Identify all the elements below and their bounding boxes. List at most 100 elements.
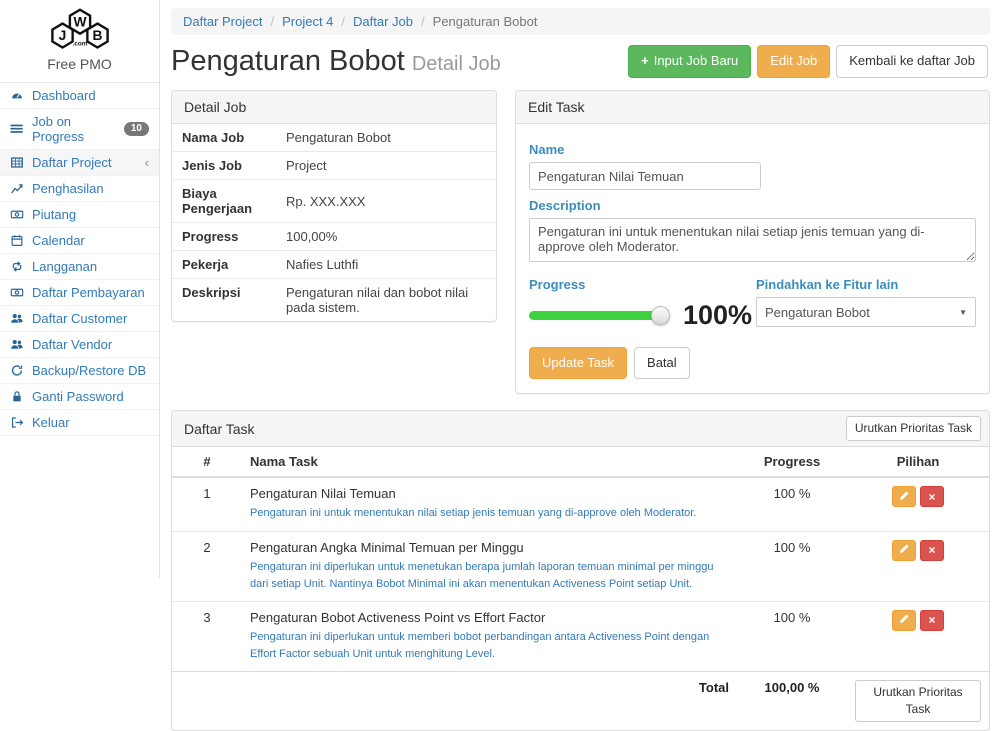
sidebar-item-label: Ganti Password <box>32 389 124 404</box>
breadcrumb-item-project-4[interactable]: Project 4 <box>282 14 333 29</box>
move-feature-select[interactable]: Pengaturan Bobot ▼ <box>756 297 976 327</box>
cancel-button[interactable]: Batal <box>634 347 690 379</box>
sidebar-item-daftar-project[interactable]: Daftar Project ‹ <box>0 150 159 176</box>
sidebar-item-daftar-customer[interactable]: Daftar Customer <box>0 306 159 332</box>
sort-priority-button-top[interactable]: Urutkan Prioritas Task <box>846 416 981 441</box>
svg-text:.com: .com <box>72 41 87 48</box>
task-row: 2 Pengaturan Angka Minimal Temuan per Min… <box>172 531 989 601</box>
description-label: Description <box>529 198 976 213</box>
sidebar-item-dashboard[interactable]: Dashboard <box>0 83 159 109</box>
users-icon <box>10 338 25 352</box>
sidebar-item-label: Daftar Project <box>32 155 111 170</box>
task-name-input[interactable] <box>529 162 761 190</box>
detail-row-label: Pekerja <box>172 251 284 279</box>
task-progress: 100 % <box>737 477 847 531</box>
sidebar-item-label: Penghasilan <box>32 181 104 196</box>
task-progress: 100 % <box>737 531 847 601</box>
sidebar-item-penghasilan[interactable]: Penghasilan <box>0 176 159 202</box>
sidebar-item-keluar[interactable]: Keluar <box>0 410 159 436</box>
kembali-ke-daftar-job-button[interactable]: Kembali ke daftar Job <box>836 45 988 77</box>
edit-task-button[interactable] <box>892 610 916 631</box>
retweet-icon <box>10 260 25 274</box>
sidebar-item-label: Langganan <box>32 259 97 274</box>
delete-task-button[interactable]: × <box>920 540 944 561</box>
breadcrumb-item-daftar-project[interactable]: Daftar Project <box>183 14 262 29</box>
page-title-text: Pengaturan Bobot <box>171 45 405 77</box>
page-subtitle: Detail Job <box>412 53 501 75</box>
caret-down-icon: ▼ <box>959 308 967 317</box>
task-description: Pengaturan ini diperlukan untuk memberi … <box>250 629 729 663</box>
task-name: Pengaturan Angka Minimal Temuan per Ming… <box>250 540 729 555</box>
detail-row-value: Rp. XXX.XXX <box>284 180 496 223</box>
progress-slider[interactable] <box>529 311 661 320</box>
edit-task-panel-title: Edit Task <box>516 91 989 124</box>
task-name: Pengaturan Nilai Temuan <box>250 486 729 501</box>
signout-icon <box>10 416 25 430</box>
sidebar-item-label: Daftar Customer <box>32 311 127 326</box>
pencil-icon <box>899 613 910 627</box>
total-label: Total <box>172 671 737 730</box>
delete-x-icon: × <box>928 543 935 557</box>
total-row: Total 100,00 % Urutkan Prioritas Task <box>172 671 989 730</box>
delete-x-icon: × <box>928 490 935 504</box>
money-icon <box>10 208 25 222</box>
sidebar-item-label: Piutang <box>32 207 76 222</box>
detail-row-jenis-job: Jenis JobProject <box>172 152 496 180</box>
sidebar-item-piutang[interactable]: Piutang <box>0 202 159 228</box>
detail-row-deskripsi: DeskripsiPengaturan nilai dan bobot nila… <box>172 279 496 322</box>
total-value: 100,00 % <box>737 671 847 730</box>
users-icon <box>10 312 25 326</box>
delete-x-icon: × <box>928 613 935 627</box>
sidebar-item-calendar[interactable]: Calendar <box>0 228 159 254</box>
progress-label: Progress <box>529 277 756 292</box>
money-icon <box>10 286 25 300</box>
input-job-baru-button[interactable]: +Input Job Baru <box>628 45 751 77</box>
detail-row-biaya-pengerjaan: Biaya PengerjaanRp. XXX.XXX <box>172 180 496 223</box>
count-badge: 10 <box>124 122 149 136</box>
sidebar-menu: DashboardJob on Progress10Daftar Project… <box>0 82 159 436</box>
sidebar-item-daftar-vendor[interactable]: Daftar Vendor <box>0 332 159 358</box>
detail-row-progress: Progress100,00% <box>172 223 496 251</box>
task-description: Pengaturan ini diperlukan untuk menetuka… <box>250 559 729 593</box>
page-title: Pengaturan Bobot Detail Job <box>171 45 501 78</box>
detail-row-pekerja: PekerjaNafies Luthfi <box>172 251 496 279</box>
brand-subtitle: Free PMO <box>0 56 159 72</box>
sidebar-item-label: Keluar <box>32 415 70 430</box>
sidebar-item-job-on-progress[interactable]: Job on Progress10 <box>0 109 159 150</box>
progress-slider-handle[interactable] <box>651 306 670 325</box>
table-icon <box>10 156 25 170</box>
page-header: Pengaturan Bobot Detail Job +Input Job Ba… <box>171 45 988 78</box>
column-header-progress: Progress <box>737 447 847 477</box>
sidebar-item-backup-restore-db[interactable]: Backup/Restore DB <box>0 358 159 384</box>
edit-job-button[interactable]: Edit Job <box>757 45 830 77</box>
task-description-textarea[interactable]: Pengaturan ini untuk menentukan nilai se… <box>529 218 976 262</box>
detail-row-label: Progress <box>172 223 284 251</box>
sidebar-item-label: Daftar Vendor <box>32 337 112 352</box>
task-list-panel: Daftar Task Urutkan Prioritas Task # Nam… <box>171 410 990 730</box>
sidebar-item-daftar-pembayaran[interactable]: Daftar Pembayaran <box>0 280 159 306</box>
detail-row-value: Nafies Luthfi <box>284 251 496 279</box>
delete-task-button[interactable]: × <box>920 610 944 631</box>
sidebar-item-langganan[interactable]: Langganan <box>0 254 159 280</box>
task-number: 2 <box>172 531 242 601</box>
edit-task-panel: Edit Task Name Description Pengaturan in… <box>515 90 990 394</box>
main-content: Daftar Project Project 4 Daftar Job Pengatu… <box>161 0 1000 578</box>
edit-task-button[interactable] <box>892 486 916 507</box>
sort-priority-button-bottom[interactable]: Urutkan Prioritas Task <box>855 680 981 722</box>
edit-task-button[interactable] <box>892 540 916 561</box>
sidebar-item-ganti-password[interactable]: Ganti Password <box>0 384 159 410</box>
detail-row-label: Jenis Job <box>172 152 284 180</box>
task-number: 1 <box>172 477 242 531</box>
name-label: Name <box>529 142 976 157</box>
detail-row-label: Biaya Pengerjaan <box>172 180 284 223</box>
task-list-panel-title: Daftar Task <box>184 421 255 437</box>
dashboard-icon <box>10 89 25 103</box>
breadcrumb-item-pengaturan-bobot: Pengaturan Bobot <box>433 14 538 29</box>
breadcrumb-item-daftar-job[interactable]: Daftar Job <box>353 14 413 29</box>
progress-percent-value: 100% <box>683 302 752 329</box>
breadcrumb: Daftar Project Project 4 Daftar Job Pengatu… <box>171 8 990 35</box>
sidebar: W J B .com Free PMO DashboardJob on Prog… <box>0 0 160 578</box>
delete-task-button[interactable]: × <box>920 486 944 507</box>
chevron-left-icon: ‹ <box>145 156 149 169</box>
update-task-button[interactable]: Update Task <box>529 347 627 379</box>
